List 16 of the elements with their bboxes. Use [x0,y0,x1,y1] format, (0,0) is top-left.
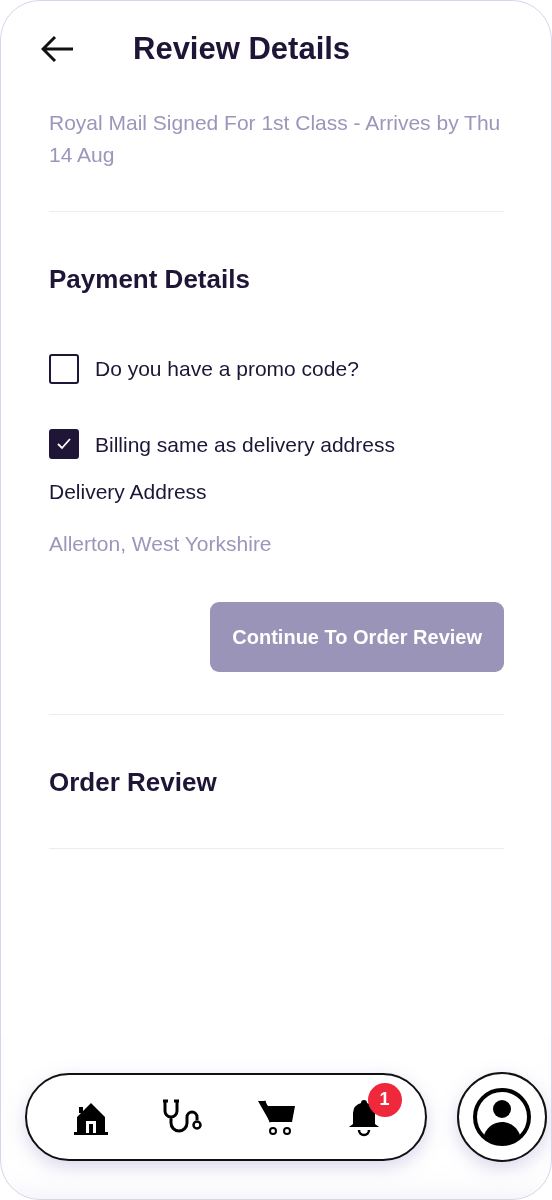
checkbox[interactable] [49,353,79,384]
section-title: Order Review [49,765,218,799]
continue-button[interactable]: Continue To Order Review [210,601,504,672]
checkbox[interactable] [49,429,79,460]
profile-icon [472,1086,532,1147]
checkbox-label: Billing same as delivery address [95,431,395,458]
section-title: Payment Details [49,263,251,296]
address-text: Allerton, West Yorkshire [49,530,273,557]
page-title: Review Details [133,29,351,68]
back-button[interactable] [41,35,75,63]
bell-tab[interactable]: 1 [347,1082,402,1137]
checkbox-label: Do you have a promo code? [95,356,359,382]
delivery-speed-text: Royal Mail Signed For 1st Class - Arrives by Thu 14 Aug [49,110,502,168]
address-label: Delivery Address [49,479,208,505]
check-icon [57,438,71,451]
notification-count: 1 [367,1082,402,1117]
